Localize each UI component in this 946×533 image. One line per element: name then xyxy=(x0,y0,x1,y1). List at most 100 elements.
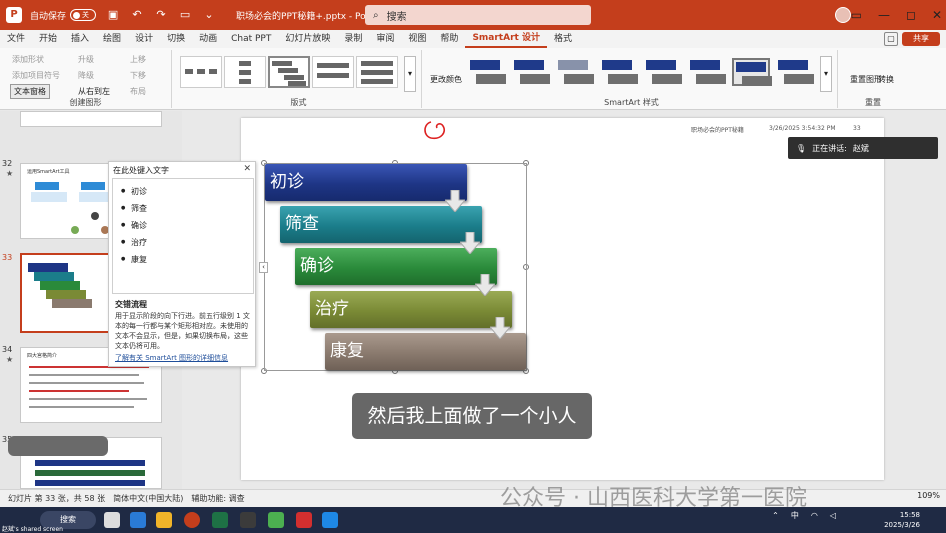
autosave[interactable]: 自动保存 关 xyxy=(30,9,97,22)
list-item[interactable]: 初诊 xyxy=(121,186,147,197)
style-option[interactable] xyxy=(468,58,506,86)
accessibility-status[interactable]: 辅助功能: 调查 xyxy=(191,493,244,504)
list-item[interactable]: 确诊 xyxy=(121,220,147,231)
style-option[interactable] xyxy=(688,58,726,86)
clock[interactable]: 15:58 2025/3/26 xyxy=(884,510,920,530)
clock-time: 15:58 xyxy=(899,511,920,519)
file-explorer-icon[interactable] xyxy=(156,512,172,528)
layout-option[interactable] xyxy=(180,56,222,88)
learn-more-link[interactable]: 了解有关 SmartArt 图形的详细信息 xyxy=(115,353,228,363)
watermark: 公众号 · 山西医科大学第一医院 xyxy=(500,486,807,511)
zoom-level[interactable]: 109% xyxy=(917,491,940,500)
move-up-button[interactable]: 上移 xyxy=(130,54,146,65)
language-status[interactable]: 简体中文(中国大陆) xyxy=(113,493,183,504)
present-icon[interactable]: ▭ xyxy=(178,8,192,22)
close-icon[interactable]: ✕ xyxy=(932,8,942,22)
rtl-button[interactable]: 从右到左 xyxy=(78,86,110,97)
smartart-styles-label: SmartArt 样式 xyxy=(604,98,659,107)
style-option[interactable] xyxy=(512,58,550,86)
down-arrow-icon xyxy=(445,190,465,212)
tab-smartart-design[interactable]: SmartArt 设计 xyxy=(465,30,547,48)
slide-number: 33 xyxy=(2,253,13,262)
powerpoint-icon[interactable] xyxy=(184,512,200,528)
tab-slideshow[interactable]: 幻灯片放映 xyxy=(278,30,337,48)
tab-design[interactable]: 设计 xyxy=(128,30,160,48)
smartart-step-1[interactable]: 初诊 xyxy=(265,164,467,201)
style-option[interactable] xyxy=(776,58,814,86)
slide-thumbnail[interactable] xyxy=(20,111,162,127)
tab-help[interactable]: 帮助 xyxy=(433,30,465,48)
tab-format[interactable]: 格式 xyxy=(547,30,579,48)
window-controls: ▭ — ◻ ✕ xyxy=(851,0,942,30)
tab-home[interactable]: 开始 xyxy=(32,30,64,48)
comments-icon[interactable]: ▢ xyxy=(884,32,898,46)
chevron-up-icon[interactable]: ⌃ xyxy=(772,511,779,520)
add-shape-button[interactable]: 添加形状 xyxy=(12,54,44,65)
demote-button[interactable]: 降级 xyxy=(78,70,94,81)
powerpoint-logo-icon: P xyxy=(6,7,22,23)
tab-draw[interactable]: 绘图 xyxy=(96,30,128,48)
edge-icon[interactable] xyxy=(130,512,146,528)
style-option[interactable] xyxy=(556,58,594,86)
tab-view[interactable]: 视图 xyxy=(401,30,433,48)
layout-description: 用于显示阶段的向下行进。前五行级别 1 文本的每一行都与某个矩形相对应。未使用的… xyxy=(115,312,250,350)
tab-chatppt[interactable]: Chat PPT xyxy=(224,30,278,48)
autosave-toggle[interactable]: 关 xyxy=(70,9,97,21)
convert-button[interactable]: 转换 xyxy=(878,74,894,85)
create-graphic-group: 添加形状 添加项目符号 文本窗格 升级 降级 从右到左 上移 下移 布局 创建图… xyxy=(0,50,172,108)
volume-icon[interactable]: ◁ xyxy=(830,511,836,520)
layout-option[interactable] xyxy=(224,56,266,88)
save-icon[interactable]: ▣ xyxy=(106,8,120,22)
close-icon[interactable]: ✕ xyxy=(243,164,251,174)
wps-icon[interactable] xyxy=(296,512,312,528)
tab-review[interactable]: 审阅 xyxy=(369,30,401,48)
slide-header-page: 33 xyxy=(853,125,861,132)
styles-more-icon[interactable]: ▾ xyxy=(820,56,832,92)
customize-qat-icon[interactable]: ⌄ xyxy=(202,8,216,22)
avatar[interactable] xyxy=(835,7,851,23)
layout-option-staggered[interactable] xyxy=(268,56,310,88)
ribbon-display-icon[interactable]: ▭ xyxy=(851,8,862,22)
layouts-more-icon[interactable]: ▾ xyxy=(404,56,416,92)
smartart-step-4[interactable]: 治疗 xyxy=(310,291,512,328)
ribbon: 添加形状 添加项目符号 文本窗格 升级 降级 从右到左 上移 下移 布局 创建图… xyxy=(0,48,946,110)
task-view-icon[interactable] xyxy=(104,512,120,528)
redo-icon[interactable]: ↷ xyxy=(154,8,168,22)
maximize-icon[interactable]: ◻ xyxy=(906,8,916,22)
app-icon[interactable] xyxy=(240,512,256,528)
undo-icon[interactable]: ↶ xyxy=(130,8,144,22)
layouts-group: ▾ 版式 xyxy=(176,50,422,108)
smartart-styles-group: 更改颜色 ▾ SmartArt 样式 xyxy=(426,50,838,108)
list-item[interactable]: 康复 xyxy=(121,254,147,265)
search-icon: ⌕ xyxy=(373,9,379,21)
wifi-icon[interactable]: ◠ xyxy=(811,511,818,520)
layout-button[interactable]: 布局 xyxy=(130,86,146,97)
search-input[interactable]: ⌕ 搜索 xyxy=(365,5,591,25)
change-colors-button[interactable]: 更改颜色 xyxy=(430,74,462,85)
style-option[interactable] xyxy=(600,58,638,86)
tab-file[interactable]: 文件 xyxy=(0,30,32,48)
add-bullet-button[interactable]: 添加项目符号 xyxy=(12,70,60,81)
floating-meeting-chip[interactable] xyxy=(8,436,108,456)
share-button[interactable]: 共享 xyxy=(902,32,940,46)
tab-animations[interactable]: 动画 xyxy=(192,30,224,48)
layout-option[interactable] xyxy=(356,56,398,88)
wechat-icon[interactable] xyxy=(268,512,284,528)
text-pane-list[interactable]: 初诊 筛查 确诊 治疗 康复 xyxy=(112,178,254,294)
down-arrow-icon xyxy=(460,232,480,254)
move-down-button[interactable]: 下移 xyxy=(130,70,146,81)
minimize-icon[interactable]: — xyxy=(878,8,890,22)
style-option[interactable] xyxy=(644,58,682,86)
list-item[interactable]: 治疗 xyxy=(121,237,147,248)
list-item[interactable]: 筛查 xyxy=(121,203,147,214)
tab-insert[interactable]: 插入 xyxy=(64,30,96,48)
tab-record[interactable]: 录制 xyxy=(337,30,369,48)
style-option-selected[interactable] xyxy=(732,58,772,86)
tab-transitions[interactable]: 切换 xyxy=(160,30,192,48)
excel-icon[interactable] xyxy=(212,512,228,528)
meeting-icon[interactable] xyxy=(322,512,338,528)
text-pane-toggle-icon[interactable]: ‹ xyxy=(259,262,268,273)
promote-button[interactable]: 升级 xyxy=(78,54,94,65)
search-placeholder: 搜索 xyxy=(386,11,407,23)
layout-option[interactable] xyxy=(312,56,354,88)
